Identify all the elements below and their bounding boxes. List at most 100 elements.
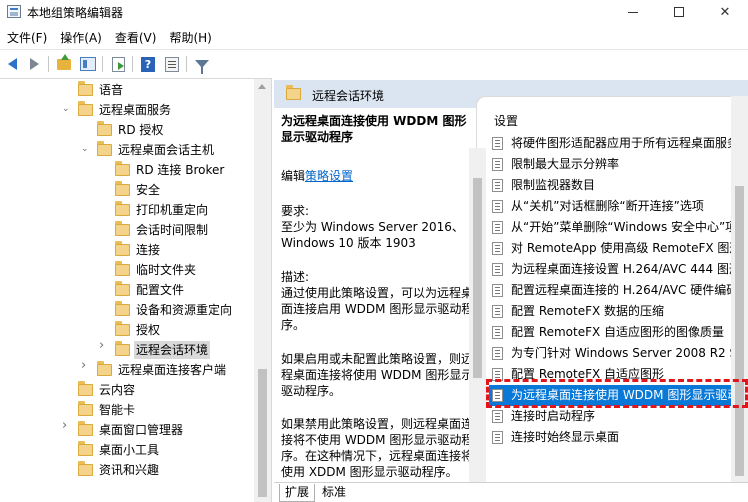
tree-item[interactable]: 配置文件 [0,280,254,300]
tree-item[interactable]: 语音 [0,80,254,100]
settings-scrollbar[interactable] [731,96,748,482]
minimize-button[interactable] [610,0,656,24]
export-list-button[interactable] [108,54,128,74]
setting-row[interactable]: 为远程桌面连接使用 WDDM 图形显示驱动 [489,385,748,406]
setting-row[interactable]: 将硬件图形适配器应用于所有远程桌面服务 [489,133,748,154]
collapse-chevron-icon[interactable]: ⌄ [62,105,70,114]
tree-scrollbar[interactable] [254,79,271,502]
toolbar-separator [102,56,103,72]
tab-extended[interactable]: 扩展 [279,484,316,502]
tree-item[interactable]: 桌面小工具 [0,440,254,460]
tree-item[interactable]: 安全 [0,180,254,200]
setting-row[interactable]: 为专门针对 Windows Server 2008 R2 S [489,343,748,364]
tree-item[interactable]: 临时文件夹 [0,260,254,280]
collapse-chevron-icon[interactable]: ⌄ [81,145,89,154]
menu-action[interactable]: 操作(A) [53,26,108,46]
description-scrollbar[interactable] [469,148,486,482]
up-one-level-button[interactable] [54,53,74,74]
tree-item-label: 云内容 [99,383,136,397]
settings-column-header[interactable]: 设置 [494,112,518,129]
folder-icon [78,101,93,116]
tree-item[interactable]: › 远程会话环境 [0,339,254,360]
setting-row[interactable]: 配置 RemoteFX 自适应图形的图像质量 [489,322,748,343]
folder-icon [78,461,93,476]
setting-label: 限制最大显示分辨率 [511,157,620,171]
expand-chevron-icon[interactable]: › [99,339,107,352]
tree-item[interactable]: ⌄ 远程桌面服务 [0,100,254,120]
tree-item[interactable]: › 远程桌面连接客户端 [0,359,254,380]
menu-bar: 文件(F) 操作(A) 查看(V) 帮助(H) [0,26,748,46]
tree-item[interactable]: RD 连接 Broker [0,160,254,180]
setting-row[interactable]: 从“开始”菜单删除“Windows 安全中心”项 [489,217,748,238]
tree-item-label: 远程桌面服务 [99,103,172,117]
setting-row[interactable]: 连接时启动程序 [489,406,748,427]
back-button[interactable] [2,54,22,74]
menu-help[interactable]: 帮助(H) [162,26,217,46]
tree-item[interactable]: 资讯和兴趣 [0,460,254,480]
view-button[interactable] [162,54,182,74]
tree-item[interactable]: 设备和资源重定向 [0,300,254,320]
folder-icon [78,381,93,396]
console-tree-icon [80,57,96,71]
tree-item-label: 打印机重定向 [136,203,209,217]
setting-row[interactable]: 配置 RemoteFX 自适应图形 [489,364,748,385]
tree-item[interactable]: 云内容 [0,380,254,400]
setting-row[interactable]: 从“关机”对话框删除“断开连接”选项 [489,196,748,217]
forward-button[interactable] [24,54,44,74]
settings-scroll-thumb[interactable] [735,186,744,476]
setting-row[interactable]: 连接时始终显示桌面 [489,427,748,448]
policy-setting-icon [492,389,503,402]
minimize-icon [628,11,638,13]
toolbar-separator [48,56,49,72]
description-label: 描述: [281,270,310,284]
description-scroll-thumb[interactable] [473,178,482,378]
expand-chevron-icon[interactable]: › [62,419,70,432]
tree-item-label: 远程桌面连接客户端 [118,363,227,377]
tree-item[interactable]: › 桌面窗口管理器 [0,419,254,440]
menu-view[interactable]: 查看(V) [108,26,163,46]
folder-icon [286,85,301,100]
filter-button[interactable] [192,54,212,74]
expand-chevron-icon[interactable]: › [81,359,89,372]
policy-title: 为远程桌面连接使用 WDDM 图形显示驱动程序 [281,114,467,144]
setting-row[interactable]: 配置远程桌面连接的 H.264/AVC 硬件编码 [489,280,748,301]
setting-row[interactable]: 对 RemoteApp 使用高级 RemoteFX 图形 [489,238,748,259]
tree-item[interactable]: ⌄ 远程桌面会话主机 [0,140,254,160]
setting-label: 从“开始”菜单删除“Windows 安全中心”项 [511,220,738,234]
scroll-up-icon[interactable] [258,84,266,89]
console-tree[interactable]: 语音 ⌄ 远程桌面服务 RD 授权 ⌄ 远程桌面会话主机 RD 连接 Broker 安全打印机… [0,78,272,502]
setting-label: 从“关机”对话框删除“断开连接”选项 [511,199,704,213]
help-button[interactable]: ? [138,54,158,74]
policy-setting-icon [492,158,503,171]
tree-item[interactable]: RD 授权 [0,120,254,140]
folder-icon [115,261,130,276]
folder-icon [115,301,130,316]
tree-item[interactable]: 连接 [0,240,254,260]
tab-standard[interactable]: 标准 [317,484,351,502]
if-disabled-text: 如果禁用此策略设置，则远程桌面连接将不使用 WDDM 图形显示驱动程序。在这种情… [281,417,474,479]
tree-scroll-thumb[interactable] [258,369,267,497]
maximize-button[interactable] [656,0,702,24]
title-bar: 本地组策略编辑器 ✕ [0,0,748,24]
setting-row[interactable]: 配置 RemoteFX 数据的压缩 [489,301,748,322]
tree-item-label: 远程桌面会话主机 [118,143,215,157]
setting-label: 将硬件图形适配器应用于所有远程桌面服务 [511,136,740,150]
tree-item[interactable]: 授权 [0,320,254,340]
show-hide-tree-button[interactable] [78,54,98,74]
setting-label: 连接时启动程序 [511,409,596,423]
setting-row[interactable]: 限制监视器数目 [489,175,748,196]
tree-item-label: RD 授权 [118,123,164,137]
setting-row[interactable]: 限制最大显示分辨率 [489,154,748,175]
close-button[interactable]: ✕ [702,0,748,24]
tree-item[interactable]: 智能卡 [0,400,254,420]
folder-icon [78,441,93,456]
policy-setting-icon [492,242,503,255]
tree-item[interactable]: 打印机重定向 [0,200,254,220]
policy-setting-icon [492,263,503,276]
tree-item[interactable]: 会话时间限制 [0,220,254,240]
menu-file[interactable]: 文件(F) [0,26,53,46]
policy-setting-icon [492,200,503,213]
setting-row[interactable]: 为远程桌面连接设置 H.264/AVC 444 图形 [489,259,748,280]
folder-icon [115,281,130,296]
edit-policy-link[interactable]: 策略设置 [305,169,353,183]
